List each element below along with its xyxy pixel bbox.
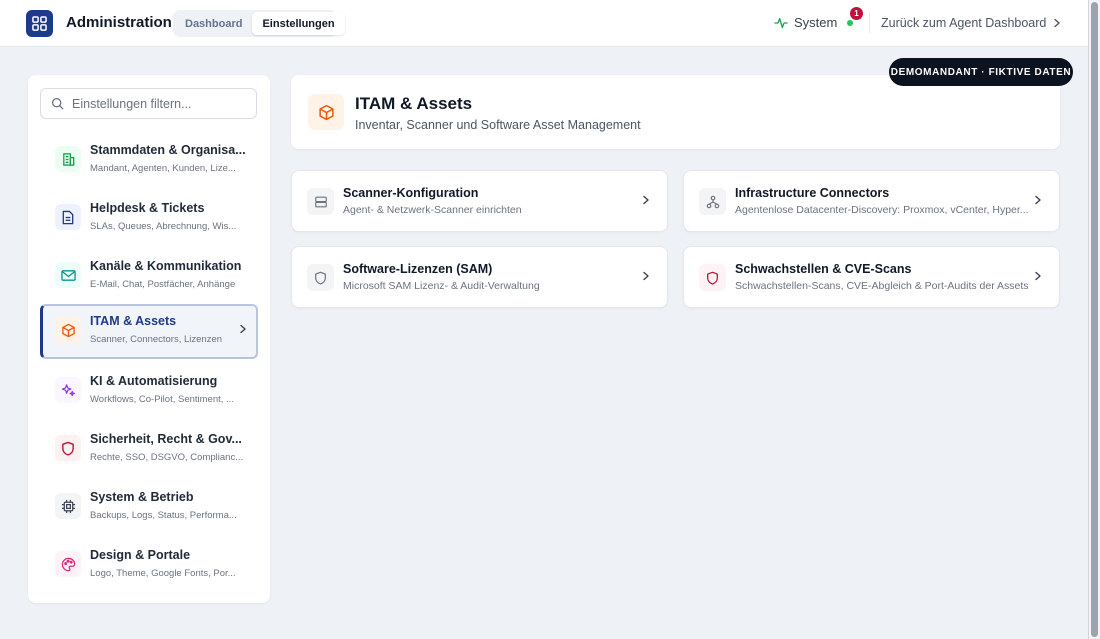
sidebar-item-subtitle: Logo, Theme, Google Fonts, Por... <box>90 568 236 579</box>
sidebar-item-title: Design & Portale <box>90 548 191 562</box>
sparkles-icon <box>55 377 81 403</box>
sidebar-item-title: Stammdaten & Organisa... <box>90 143 246 157</box>
settings-sidebar: Stammdaten & Organisa... Mandant, Agente… <box>28 75 270 603</box>
cpu-icon <box>55 493 81 519</box>
system-status-button[interactable]: System <box>774 15 854 30</box>
page-header-card: ITAM & Assets Inventar, Scanner und Soft… <box>291 75 1060 149</box>
page-subtitle: Inventar, Scanner und Software Asset Man… <box>355 118 641 132</box>
mail-icon <box>55 262 81 288</box>
sidebar-item-subtitle: Rechte, SSO, DSGVO, Complianc... <box>90 452 244 463</box>
app-logo-icon[interactable] <box>26 10 53 37</box>
server-icon <box>307 188 334 215</box>
header-divider <box>869 13 870 33</box>
card-description: Schwachstellen-Scans, CVE-Abgleich & Por… <box>735 280 1029 292</box>
sidebar-item-title: Kanäle & Kommunikation <box>90 259 242 273</box>
scrollbar-thumb[interactable] <box>1091 2 1098 637</box>
tab-einstellungen[interactable]: Einstellungen <box>252 12 345 35</box>
card-description: Agent- & Netzwerk-Scanner einrichten <box>343 204 522 216</box>
document-icon <box>55 204 81 230</box>
chevron-right-icon <box>1035 195 1041 205</box>
shield-icon <box>307 264 334 291</box>
sidebar-item-kanaele[interactable]: Kanäle & Kommunikation E-Mail, Chat, Pos… <box>40 249 258 304</box>
chevron-right-icon <box>240 324 246 334</box>
demo-tenant-badge: DEMOMANDANT · FIKTIVE DATEN <box>889 58 1073 86</box>
box-icon <box>55 317 81 343</box>
card-title: Infrastructure Connectors <box>735 186 890 200</box>
settings-filter[interactable] <box>40 88 257 119</box>
card-description: Agentenlose Datacenter-Discovery: Proxmo… <box>735 204 1029 216</box>
sidebar-item-subtitle: SLAs, Queues, Abrechnung, Wis... <box>90 221 237 232</box>
sidebar-item-ki[interactable]: KI & Automatisierung Workflows, Co-Pilot… <box>40 364 258 419</box>
view-switcher: Dashboard Einstellungen <box>173 10 345 37</box>
sidebar-item-subtitle: Backups, Logs, Status, Performa... <box>90 510 237 521</box>
sidebar-item-title: KI & Automatisierung <box>90 374 218 388</box>
page-title: ITAM & Assets <box>355 94 473 113</box>
sidebar-item-title: ITAM & Assets <box>90 314 177 328</box>
palette-icon <box>55 551 81 577</box>
top-bar: Administration Dashboard Einstellungen S… <box>0 0 1088 47</box>
infrastructure-connectors-card[interactable]: Infrastructure Connectors Agentenlose Da… <box>683 170 1060 232</box>
sidebar-item-title: Helpdesk & Tickets <box>90 201 205 215</box>
shield-alert-icon <box>699 264 726 291</box>
card-title: Software-Lizenzen (SAM) <box>343 262 493 276</box>
sidebar-item-itam[interactable]: ITAM & Assets Scanner, Connectors, Lizen… <box>40 304 258 359</box>
network-icon <box>699 188 726 215</box>
sidebar-item-subtitle: Workflows, Co-Pilot, Sentiment, ... <box>90 394 234 405</box>
sidebar-item-subtitle: Mandant, Agenten, Kunden, Lize... <box>90 163 236 174</box>
schwachstellen-cve-card[interactable]: Schwachstellen & CVE-Scans Schwachstelle… <box>683 246 1060 308</box>
scanner-konfiguration-card[interactable]: Scanner-Konfiguration Agent- & Netzwerk-… <box>291 170 668 232</box>
software-lizenzen-card[interactable]: Software-Lizenzen (SAM) Microsoft SAM Li… <box>291 246 668 308</box>
sidebar-item-subtitle: E-Mail, Chat, Postfächer, Anhänge <box>90 279 236 290</box>
back-link-label: Zurück zum Agent Dashboard <box>881 16 1047 30</box>
back-to-agent-dashboard-link[interactable]: Zurück zum Agent Dashboard <box>881 16 1062 30</box>
system-label: System <box>794 15 838 30</box>
building-icon <box>55 146 81 172</box>
chevron-right-icon <box>643 271 649 281</box>
page-scrollbar[interactable] <box>1088 0 1100 639</box>
sidebar-item-stammdaten[interactable]: Stammdaten & Organisa... Mandant, Agente… <box>40 133 258 188</box>
card-title: Schwachstellen & CVE-Scans <box>735 262 912 276</box>
sidebar-item-design[interactable]: Design & Portale Logo, Theme, Google Fon… <box>40 538 258 593</box>
activity-icon <box>774 17 788 28</box>
chevron-right-icon <box>643 195 649 205</box>
shield-icon <box>55 435 81 461</box>
sidebar-item-system[interactable]: System & Betrieb Backups, Logs, Status, … <box>40 480 258 535</box>
tab-dashboard[interactable]: Dashboard <box>175 12 252 35</box>
notification-badge[interactable]: 1 <box>850 7 863 20</box>
sidebar-item-subtitle: Scanner, Connectors, Lizenzen <box>90 334 223 345</box>
sidebar-item-helpdesk[interactable]: Helpdesk & Tickets SLAs, Queues, Abrechn… <box>40 191 258 246</box>
card-description: Microsoft SAM Lizenz- & Audit-Verwaltung <box>343 280 540 292</box>
box-icon <box>308 94 344 130</box>
status-dot <box>847 19 854 26</box>
sidebar-item-title: System & Betrieb <box>90 490 194 504</box>
chevron-right-icon <box>1054 18 1061 28</box>
search-icon <box>51 97 64 110</box>
chevron-right-icon <box>1035 271 1041 281</box>
sidebar-item-sicherheit[interactable]: Sicherheit, Recht & Gov... Rechte, SSO, … <box>40 422 258 477</box>
card-title: Scanner-Konfiguration <box>343 186 479 200</box>
sidebar-item-title: Sicherheit, Recht & Gov... <box>90 432 242 446</box>
settings-filter-input[interactable] <box>72 96 242 111</box>
app-title: Administration <box>66 14 172 31</box>
